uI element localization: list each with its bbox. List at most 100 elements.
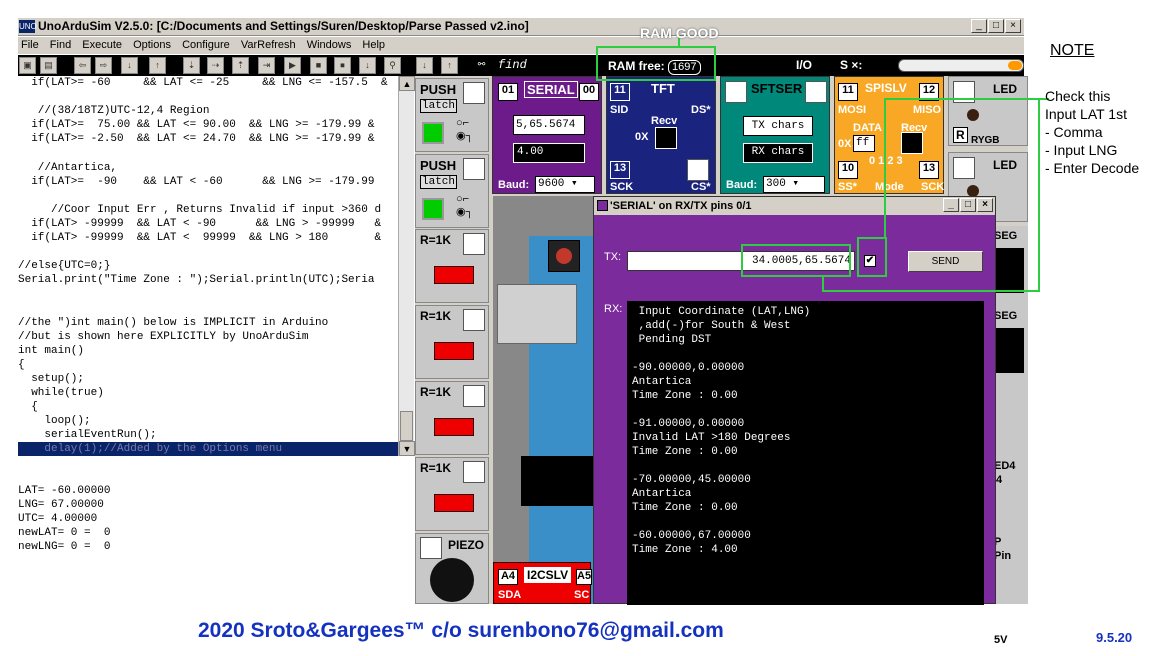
code-line[interactable]: Serial.print("Time Zone : ");Serial.prin… (18, 273, 400, 287)
variable-row[interactable]: LNG= 67.00000 (18, 498, 400, 512)
send-button[interactable]: SEND (908, 251, 983, 272)
resistor-slider[interactable] (434, 342, 474, 360)
pin-input[interactable] (463, 385, 485, 407)
minimize-button[interactable]: _ (971, 19, 987, 33)
tx-chars-field[interactable]: TX chars (743, 116, 813, 136)
spi-pin-10[interactable]: 10 (838, 161, 858, 179)
pin-input[interactable] (463, 461, 485, 483)
serial-tx-field[interactable]: 5,65.5674 (513, 115, 585, 135)
run-to-icon[interactable]: ⇥ (258, 57, 275, 74)
pin-input[interactable] (463, 82, 485, 104)
pin-input[interactable] (687, 159, 709, 181)
load-icon[interactable]: ▣ (19, 57, 36, 74)
menu-find[interactable]: Find (50, 39, 71, 51)
code-line[interactable]: int main() (18, 344, 400, 358)
menu-execute[interactable]: Execute (82, 39, 122, 51)
pin-input[interactable] (725, 81, 747, 103)
pin-input[interactable] (463, 309, 485, 331)
pin-input[interactable] (463, 158, 485, 180)
code-line[interactable]: { (18, 358, 400, 372)
code-line[interactable]: //else{UTC=0;} (18, 259, 400, 273)
menu-file[interactable]: File (21, 39, 39, 51)
serial-pin-left[interactable]: 01 (498, 83, 518, 101)
menu-options[interactable]: Options (133, 39, 171, 51)
push-button[interactable] (422, 122, 444, 144)
find-label[interactable]: find (498, 58, 527, 72)
scroll-up-icon[interactable]: ▲ (399, 76, 415, 91)
code-line[interactable] (18, 90, 400, 104)
reset-icon[interactable]: ↓ (359, 57, 376, 74)
tft-pin-13[interactable]: 13 (610, 161, 630, 179)
code-line[interactable]: if(LAT>= -90 && LAT < -60 && LNG >= -179… (18, 175, 400, 189)
code-line[interactable]: //the ")int main() below is IMPLICIT in … (18, 316, 400, 330)
save-icon[interactable]: ▤ (40, 57, 57, 74)
variable-row[interactable]: newLNG= 0 = 0 (18, 540, 400, 554)
step-over-icon[interactable]: ⇢ (207, 57, 224, 74)
tft-pin[interactable]: 11 (610, 83, 630, 101)
code-line[interactable]: if(LAT> -99999 && LAT < -90 && LNG > -99… (18, 217, 400, 231)
code-line[interactable] (18, 245, 400, 259)
code-line[interactable]: setup(); (18, 372, 400, 386)
code-line[interactable] (18, 146, 400, 160)
menu-help[interactable]: Help (362, 39, 385, 51)
code-line[interactable]: { (18, 400, 400, 414)
binoculars-icon[interactable]: ⚯ (473, 57, 490, 74)
func-up-icon[interactable]: ↑ (149, 57, 166, 74)
close-button[interactable]: × (1005, 19, 1021, 33)
code-line[interactable]: delay(1);//Added by the Options menu (18, 442, 400, 456)
speed-slider[interactable] (898, 59, 1024, 72)
text-down-icon[interactable]: ↓ (416, 57, 433, 74)
dialog-minimize-button[interactable]: _ (943, 198, 959, 212)
animate-icon[interactable]: ⚲ (384, 57, 401, 74)
forward-icon[interactable]: ⇨ (95, 57, 112, 74)
baud-select[interactable]: 9600 ▾ (535, 176, 595, 193)
push-button[interactable] (422, 198, 444, 220)
func-down-icon[interactable]: ↓ (121, 57, 138, 74)
led-color-box[interactable]: R (953, 127, 968, 143)
code-line[interactable] (18, 189, 400, 203)
run-icon[interactable]: ▶ (284, 57, 301, 74)
code-line[interactable]: //(38/18TZ)UTC-12,4 Region (18, 104, 400, 118)
latch-toggle[interactable]: latch (420, 175, 458, 189)
pin-input[interactable] (953, 157, 975, 179)
stop-icon[interactable]: ⏹ (334, 57, 351, 74)
code-line[interactable]: if(LAT> -99999 && LAT < 99999 && LNG > 1… (18, 231, 400, 245)
scroll-down-icon[interactable]: ▼ (399, 441, 415, 456)
baud-select[interactable]: 300 ▾ (763, 176, 825, 193)
mode-radio-icon[interactable]: ○⌐ ◉┐ (456, 193, 473, 218)
dialog-maximize-button[interactable]: □ (960, 198, 976, 212)
variable-row[interactable]: UTC= 4.00000 (18, 512, 400, 526)
code-line[interactable]: while(true) (18, 386, 400, 400)
resistor-slider[interactable] (434, 494, 474, 512)
i2c-pin-2[interactable]: A5 (576, 569, 592, 585)
code-line[interactable]: //but is shown here EXPLICITLY by UnoArd… (18, 330, 400, 344)
resistor-slider[interactable] (434, 266, 474, 284)
text-up-icon[interactable]: ↑ (441, 57, 458, 74)
pin-input[interactable] (463, 233, 485, 255)
back-icon[interactable]: ⇦ (74, 57, 91, 74)
code-line[interactable] (18, 302, 400, 316)
code-line[interactable]: //Coor Input Err , Returns Invalid if in… (18, 203, 400, 217)
pin-input[interactable] (420, 537, 442, 559)
code-editor[interactable]: if(LAT>= -60 && LAT <= -25 && LNG <= -15… (18, 76, 400, 456)
scroll-thumb[interactable] (400, 411, 413, 441)
variable-row[interactable]: newLAT= 0 = 0 (18, 526, 400, 540)
spi-pin-left[interactable]: 11 (838, 83, 858, 101)
menu-windows[interactable]: Windows (307, 39, 352, 51)
latch-toggle[interactable]: latch (420, 99, 458, 113)
spi-pin-13[interactable]: 13 (919, 161, 939, 179)
step-out-icon[interactable]: ⇡ (232, 57, 249, 74)
code-line[interactable]: serialEventRun(); (18, 428, 400, 442)
dialog-close-button[interactable]: × (977, 198, 993, 212)
menu-configure[interactable]: Configure (182, 39, 230, 51)
reset-button[interactable] (548, 240, 580, 272)
code-line[interactable]: if(LAT>= 75.00 && LAT <= 90.00 && LNG >=… (18, 118, 400, 132)
mode-radio-icon[interactable]: ○⌐ ◉┐ (456, 117, 473, 142)
code-line[interactable] (18, 287, 400, 301)
speed-slider-handle[interactable] (1008, 61, 1022, 70)
resistor-slider[interactable] (434, 418, 474, 436)
spi-data-input[interactable]: ff (853, 135, 875, 152)
code-scrollbar[interactable]: ▲ ▼ (398, 76, 415, 456)
code-line[interactable]: if(LAT>= -60 && LAT <= -25 && LNG <= -15… (18, 76, 400, 90)
maximize-button[interactable]: □ (988, 19, 1004, 33)
